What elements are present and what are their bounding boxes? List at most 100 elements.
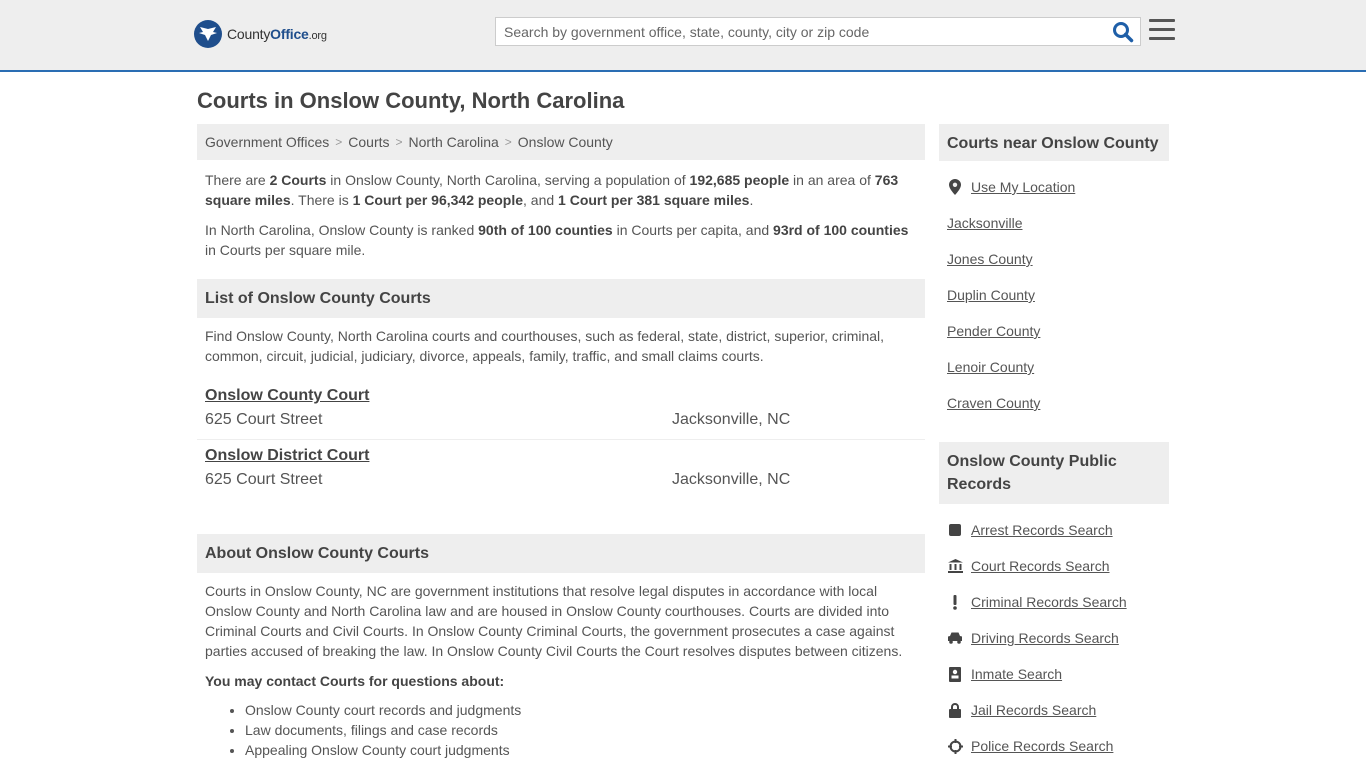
records-link-row: Criminal Records Search — [939, 584, 1169, 620]
text: in an area of — [789, 172, 875, 188]
contact-topics-list: Onslow County court records and judgment… — [197, 700, 925, 760]
records-link-row: Jail Records Search — [939, 692, 1169, 728]
court-address: 625 Court Street — [205, 411, 323, 428]
list-item: Law documents, filings and case records — [245, 720, 925, 740]
logo-tld: .org — [308, 30, 327, 42]
driving-records-link[interactable]: Driving Records Search — [971, 630, 1119, 646]
text: . — [749, 192, 754, 208]
nearby-duplin-county-link[interactable]: Duplin County — [947, 287, 1035, 303]
nearby-court-link: Jacksonville — [939, 205, 1169, 241]
about-body: Courts in Onslow County, NC are governme… — [205, 583, 903, 659]
courts-near-heading: Courts near Onslow County — [939, 124, 1169, 161]
list-item: Appealing Onslow County court judgments — [245, 740, 925, 760]
text: in Courts per capita, and — [612, 222, 774, 238]
court-list: Onslow County Court 625 Court Street Jac… — [197, 380, 925, 498]
lock-icon — [947, 702, 963, 718]
police-records-link[interactable]: Police Records Search — [971, 738, 1113, 754]
text: , and — [523, 192, 559, 208]
records-link-row: Arrest Records Search — [939, 512, 1169, 548]
records-link-row: Court Records Search — [939, 548, 1169, 584]
court-city: Jacksonville, NC — [672, 471, 791, 488]
text: in Onslow County, North Carolina, servin… — [326, 172, 690, 188]
court-name-link[interactable]: Onslow County Court — [205, 387, 369, 405]
page-title: Courts in Onslow County, North Carolina — [197, 88, 625, 113]
chevron-right-icon: > — [395, 135, 403, 149]
eagle-icon — [194, 20, 222, 48]
logo-brand: Office — [270, 26, 309, 42]
nearby-court-link: Pender County — [939, 313, 1169, 349]
nearby-court-link: Craven County — [939, 385, 1169, 421]
nearby-craven-county-link[interactable]: Craven County — [947, 395, 1040, 411]
menu-bar — [1149, 19, 1175, 22]
list-item: Onslow County court records and judgment… — [245, 700, 925, 720]
site-header: CountyOffice.org — [0, 0, 1366, 72]
nearby-lenoir-county-link[interactable]: Lenoir County — [947, 359, 1034, 375]
intro-summary: There are 2 Courts in Onslow County, Nor… — [197, 170, 925, 210]
list-section-heading: List of Onslow County Courts — [197, 279, 925, 318]
court-list-item: Onslow District Court 625 Court Street J… — [197, 439, 925, 498]
stat-court-count: 2 Courts — [269, 172, 327, 188]
hamburger-menu-icon[interactable] — [1149, 19, 1175, 41]
records-link-row: Driving Records Search — [939, 620, 1169, 656]
exclamation-icon — [947, 594, 963, 610]
arrest-icon — [947, 522, 963, 538]
breadcrumb-courts[interactable]: Courts — [348, 134, 389, 150]
sidebar: Courts near Onslow County Use My Locatio… — [939, 124, 1169, 764]
breadcrumb: Government Offices > Courts > North Caro… — [197, 124, 925, 160]
jail-records-link[interactable]: Jail Records Search — [971, 702, 1096, 718]
courthouse-icon — [947, 558, 963, 574]
rank-per-area: 93rd of 100 counties — [773, 222, 909, 238]
logo-prefix: County — [227, 26, 271, 42]
breadcrumb-government-offices[interactable]: Government Offices — [205, 134, 329, 150]
inmate-search-link[interactable]: Inmate Search — [971, 666, 1062, 682]
stat-per-area: 1 Court per 381 square miles — [558, 192, 750, 208]
text: In North Carolina, Onslow County is rank… — [205, 222, 479, 238]
breadcrumb-north-carolina[interactable]: North Carolina — [409, 134, 499, 150]
text: There are — [205, 172, 270, 188]
use-my-location-link[interactable]: Use My Location — [971, 179, 1075, 195]
search-input[interactable] — [496, 18, 1106, 45]
court-address: 625 Court Street — [205, 471, 323, 488]
menu-bar — [1149, 28, 1175, 31]
chevron-right-icon: > — [335, 135, 343, 149]
use-my-location: Use My Location — [939, 169, 1169, 205]
text: in Courts per square mile. — [205, 242, 366, 258]
public-records-links: Arrest Records Search Court Records Sear… — [939, 512, 1169, 764]
nearby-links: Use My Location Jacksonville Jones Count… — [939, 169, 1169, 421]
court-records-link[interactable]: Court Records Search — [971, 558, 1110, 574]
stat-population: 192,685 people — [689, 172, 790, 188]
nearby-court-link: Lenoir County — [939, 349, 1169, 385]
site-logo[interactable]: CountyOffice.org — [194, 20, 327, 48]
logo-wordmark: CountyOffice.org — [227, 26, 327, 42]
arrest-records-link[interactable]: Arrest Records Search — [971, 522, 1113, 538]
inmate-icon — [947, 666, 963, 682]
nearby-jones-county-link[interactable]: Jones County — [947, 251, 1033, 267]
nearby-court-link: Jones County — [939, 241, 1169, 277]
records-link-row: Police Records Search — [939, 728, 1169, 764]
rank-per-capita: 90th of 100 counties — [478, 222, 613, 238]
about-section-heading: About Onslow County Courts — [197, 534, 925, 573]
main-content: Government Offices > Courts > North Caro… — [197, 124, 925, 760]
court-name-link[interactable]: Onslow District Court — [205, 447, 369, 465]
criminal-records-link[interactable]: Criminal Records Search — [971, 594, 1127, 610]
court-city: Jacksonville, NC — [672, 411, 791, 428]
car-icon — [947, 630, 963, 646]
search-icon[interactable] — [1112, 21, 1134, 43]
public-records-heading: Onslow County Public Records — [939, 442, 1169, 504]
records-link-row: Inmate Search — [939, 656, 1169, 692]
list-description: Find Onslow County, North Carolina court… — [205, 328, 885, 364]
intro-ranking: In North Carolina, Onslow County is rank… — [197, 220, 925, 260]
court-list-item: Onslow County Court 625 Court Street Jac… — [197, 380, 925, 439]
nearby-court-link: Duplin County — [939, 277, 1169, 313]
contact-heading: You may contact Courts for questions abo… — [205, 673, 505, 689]
text: . There is — [290, 192, 353, 208]
nearby-jacksonville-link[interactable]: Jacksonville — [947, 215, 1022, 231]
chevron-right-icon: > — [504, 135, 512, 149]
nearby-pender-county-link[interactable]: Pender County — [947, 323, 1040, 339]
map-pin-icon — [947, 179, 963, 195]
search-box — [495, 17, 1141, 46]
crosshair-icon — [947, 738, 963, 754]
menu-bar — [1149, 37, 1175, 40]
breadcrumb-onslow-county[interactable]: Onslow County — [518, 134, 613, 150]
stat-per-capita: 1 Court per 96,342 people — [352, 192, 524, 208]
